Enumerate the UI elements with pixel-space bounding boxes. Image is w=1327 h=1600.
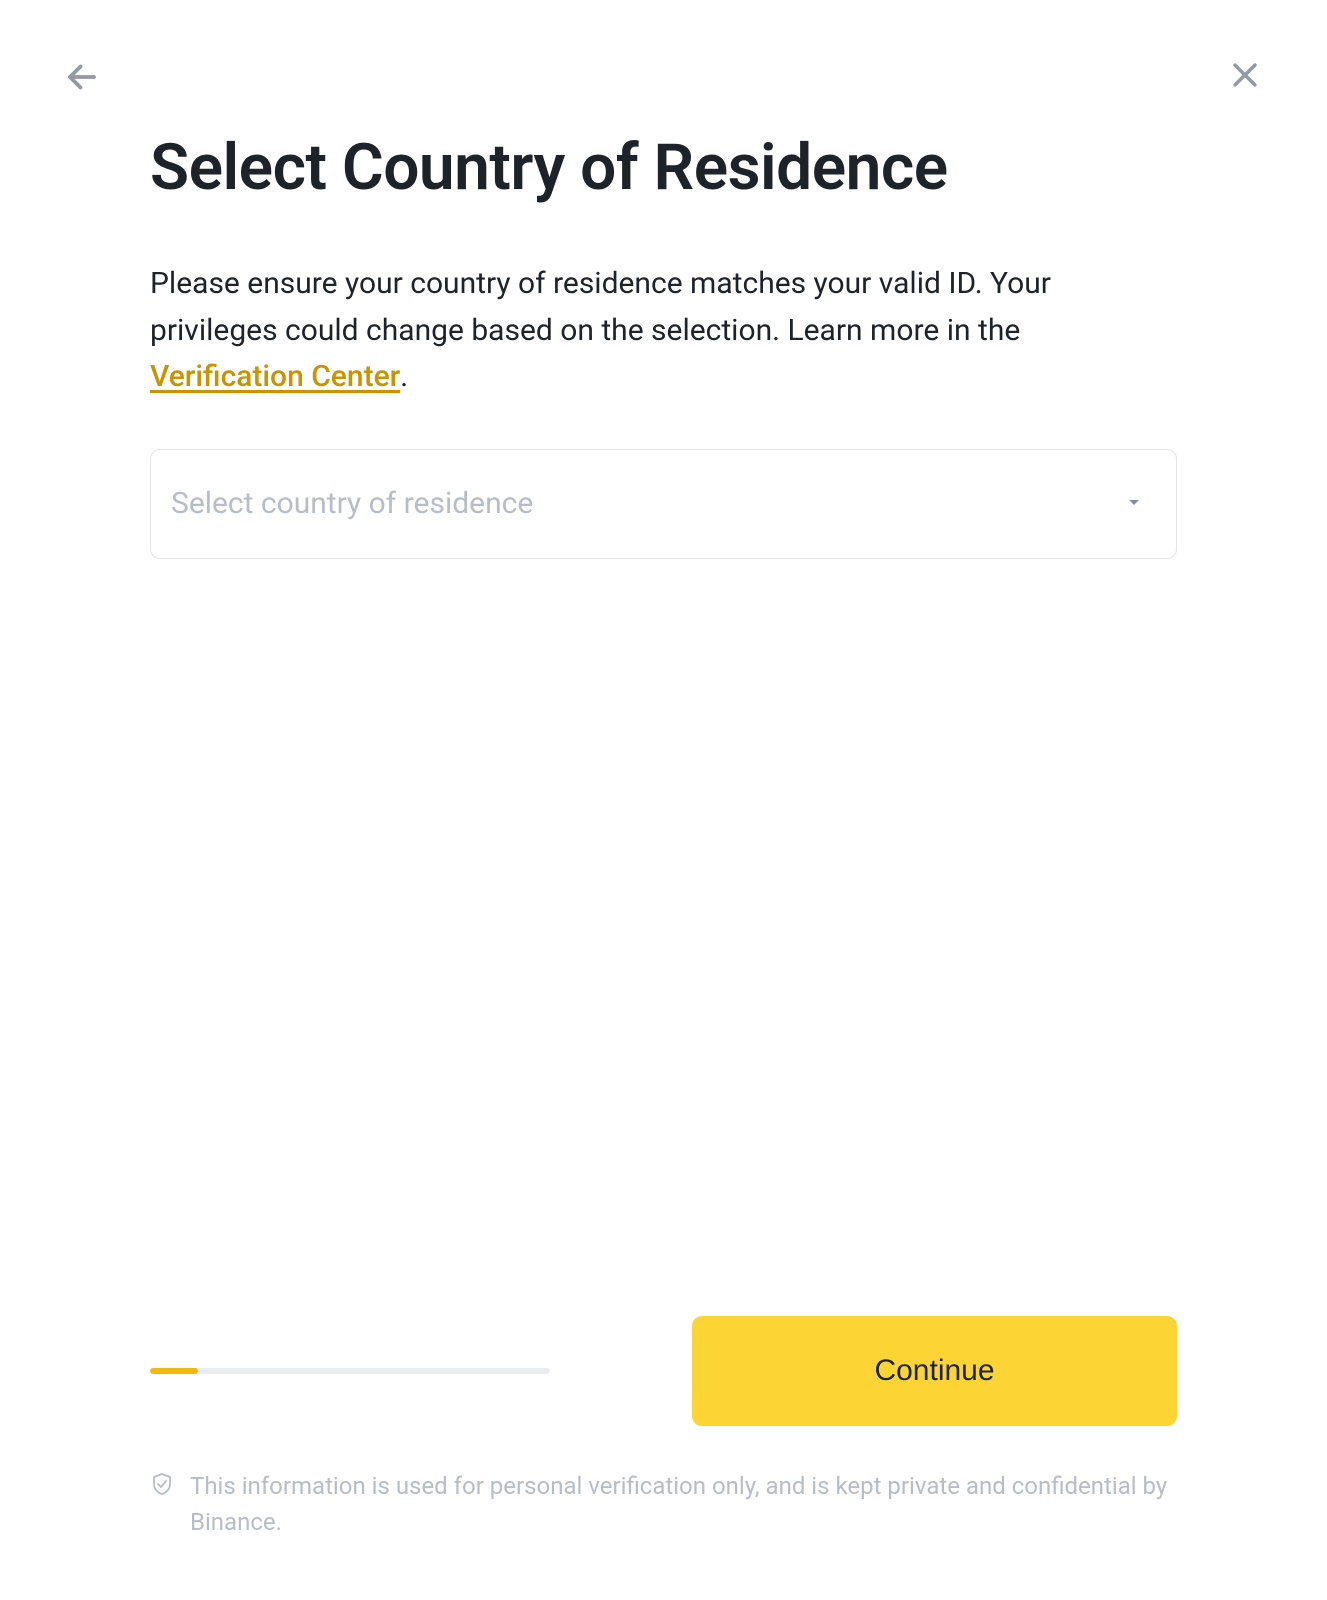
description-suffix: .: [400, 359, 408, 394]
country-select[interactable]: Select country of residence: [150, 449, 1177, 559]
continue-button[interactable]: Continue: [692, 1316, 1177, 1426]
close-button[interactable]: [1225, 56, 1265, 96]
page-title: Select Country of Residence: [150, 130, 1177, 205]
arrow-left-icon: [64, 59, 100, 98]
progress-continue-row: Continue: [150, 1316, 1177, 1426]
select-placeholder: Select country of residence: [171, 486, 1122, 521]
progress-bar: [150, 1368, 550, 1374]
privacy-notice: This information is used for personal ve…: [150, 1468, 1177, 1540]
description-prefix: Please ensure your country of residence …: [150, 266, 1051, 348]
bottom-section: Continue This information is used for pe…: [150, 1316, 1177, 1540]
description-text: Please ensure your country of residence …: [150, 261, 1177, 401]
privacy-text: This information is used for personal ve…: [190, 1468, 1177, 1540]
back-button[interactable]: [62, 58, 102, 98]
chevron-down-icon: [1122, 490, 1146, 518]
progress-fill: [150, 1368, 198, 1374]
shield-check-icon: [150, 1472, 174, 1500]
modal-container: Select Country of Residence Please ensur…: [0, 0, 1327, 1600]
verification-center-link[interactable]: Verification Center: [150, 359, 400, 394]
close-icon: [1228, 58, 1262, 95]
